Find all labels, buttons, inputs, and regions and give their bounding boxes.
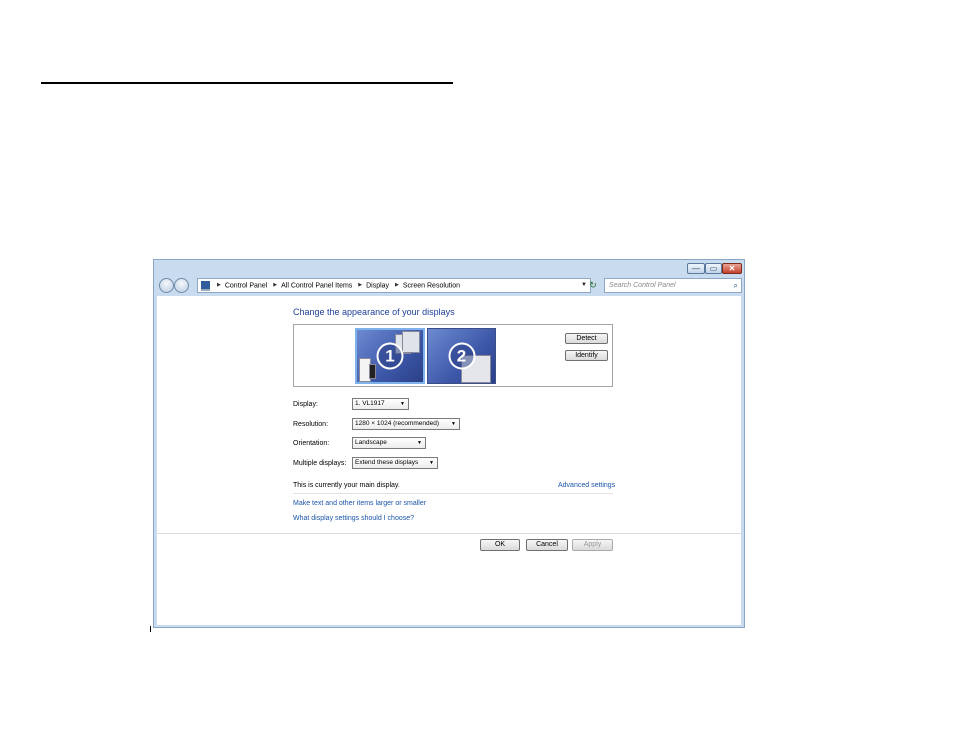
screen-resolution-window: — ▭ ✕ ▶ Control Panel ▶ All Control Panel … xyxy=(153,259,745,628)
breadcrumb: ▶ Control Panel ▶ All Control Panel Items … xyxy=(213,279,460,292)
breadcrumb-all-items[interactable]: All Control Panel Items xyxy=(281,282,352,289)
text-cursor xyxy=(150,626,151,632)
minimize-button[interactable]: — xyxy=(687,263,705,274)
orientation-select[interactable]: Landscape ▼ xyxy=(352,437,426,449)
cancel-button[interactable]: Cancel xyxy=(526,539,568,551)
identify-button[interactable]: Identify xyxy=(565,350,608,361)
advanced-settings-link[interactable]: Advanced settings xyxy=(558,482,615,489)
ok-button[interactable]: OK xyxy=(480,539,520,551)
content-area: Change the appearance of your displays 1… xyxy=(157,296,741,625)
search-icon[interactable]: ⌕ xyxy=(734,279,738,292)
display-label: Display: xyxy=(293,401,318,408)
orientation-label: Orientation: xyxy=(293,440,330,447)
resolution-select[interactable]: 1280 × 1024 (recommended) ▼ xyxy=(352,418,460,430)
multiple-displays-label: Multiple displays: xyxy=(293,460,347,467)
chevron-down-icon: ▼ xyxy=(417,440,422,446)
maximize-button[interactable]: ▭ xyxy=(705,263,722,274)
footer-divider xyxy=(157,533,741,534)
chevron-down-icon: ▼ xyxy=(451,421,456,427)
apply-button[interactable]: Apply xyxy=(572,539,613,551)
search-input[interactable]: Search Control Panel ⌕ xyxy=(604,278,742,293)
breadcrumb-arrow-icon: ▶ xyxy=(395,282,399,288)
chevron-down-icon: ▼ xyxy=(429,460,434,466)
breadcrumb-control-panel[interactable]: Control Panel xyxy=(225,282,267,289)
page-title: Change the appearance of your displays xyxy=(293,307,455,317)
back-button[interactable] xyxy=(159,278,174,293)
control-panel-icon xyxy=(201,281,210,291)
breadcrumb-arrow-icon: ▶ xyxy=(273,282,278,288)
close-button[interactable]: ✕ xyxy=(722,263,742,274)
multiple-displays-select[interactable]: Extend these displays ▼ xyxy=(352,457,438,469)
monitor-arrangement: 1 2 Detect Identify xyxy=(293,324,613,387)
text-size-link[interactable]: Make text and other items larger or smal… xyxy=(293,500,426,507)
breadcrumb-screen-resolution[interactable]: Screen Resolution xyxy=(403,282,460,289)
monitor-1-number: 1 xyxy=(376,342,404,370)
multiple-displays-value: Extend these displays xyxy=(355,459,419,466)
main-display-text: This is currently your main display. xyxy=(293,482,400,489)
monitor-1[interactable]: 1 xyxy=(355,328,425,384)
breadcrumb-display[interactable]: Display xyxy=(366,282,389,289)
resolution-value: 1280 × 1024 (recommended) xyxy=(355,420,440,427)
forward-button[interactable] xyxy=(174,278,189,293)
monitor-2-number: 2 xyxy=(448,342,475,370)
refresh-icon[interactable]: ↻ xyxy=(586,278,600,293)
document-rule xyxy=(41,82,453,84)
detect-button[interactable]: Detect xyxy=(565,333,608,344)
orientation-value: Landscape xyxy=(355,439,387,446)
phone-thumbnail-icon xyxy=(369,364,376,379)
display-settings-help-link[interactable]: What display settings should I choose? xyxy=(293,515,414,522)
monitor-2[interactable]: 2 xyxy=(427,328,496,384)
display-select[interactable]: 1. VL1917 ▼ xyxy=(352,398,409,410)
navigation-bar: ▶ Control Panel ▶ All Control Panel Items … xyxy=(154,276,744,296)
resolution-label: Resolution: xyxy=(293,421,329,428)
divider xyxy=(293,493,613,494)
title-bar: — ▭ ✕ xyxy=(154,260,744,276)
address-bar[interactable]: ▶ Control Panel ▶ All Control Panel Items … xyxy=(197,278,591,293)
breadcrumb-arrow-icon: ▶ xyxy=(358,282,363,288)
display-value: 1. VL1917 xyxy=(355,400,385,407)
chevron-down-icon: ▼ xyxy=(400,401,405,407)
search-placeholder: Search Control Panel xyxy=(609,282,676,289)
breadcrumb-arrow-icon: ▶ xyxy=(217,282,221,288)
window-thumbnail-icon xyxy=(402,331,420,353)
